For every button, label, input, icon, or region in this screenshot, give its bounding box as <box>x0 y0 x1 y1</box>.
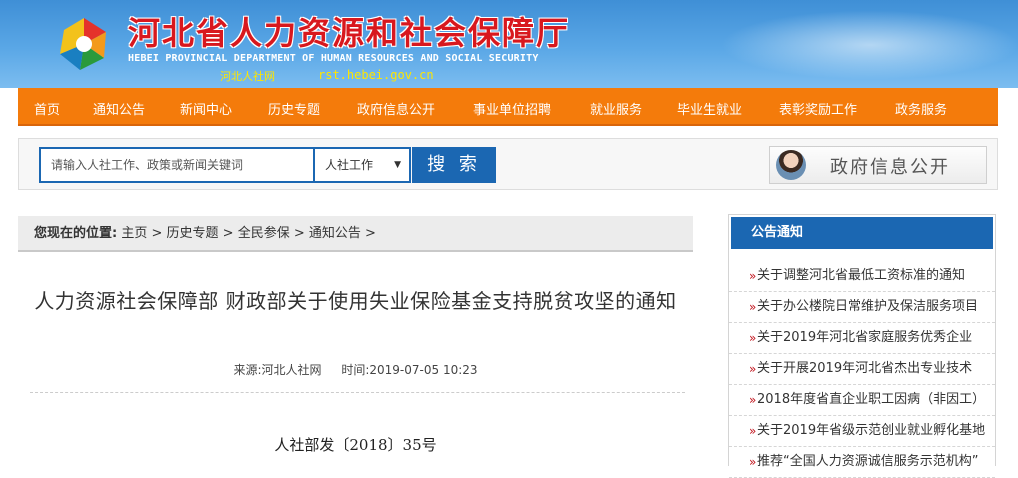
search-button[interactable]: 搜 索 <box>412 147 496 183</box>
article-title: 人力资源社会保障部 财政部关于使用失业保险基金支持脱贫攻坚的通知 <box>34 289 677 313</box>
article-doc-number: 人社部发〔2018〕35号 <box>274 436 437 454</box>
gov-info-open-label: 政府信息公开 <box>830 157 950 178</box>
notice-list: » 关于调整河北省最低工资标准的通知 » 关于办公楼院日常维护及保洁服务项目 » 关于… <box>729 261 995 478</box>
header-decoration <box>720 10 1018 80</box>
notice-item-text: 推荐“全国人力资源诚信服务示范机构” <box>757 454 979 469</box>
article-source: 来源:河北人社网 <box>233 363 322 377</box>
bullet-icon: » <box>749 362 757 376</box>
search-category-value: 人社工作 <box>325 158 374 172</box>
breadcrumb-separator: > <box>289 226 309 241</box>
notice-item[interactable]: » 2018年度省直企业职工因病（非因工） <box>729 385 995 416</box>
bullet-icon: » <box>749 331 757 345</box>
nav-item-news[interactable]: 新闻中心 <box>180 99 232 118</box>
notice-item[interactable]: » 关于办公楼院日常维护及保洁服务项目 <box>729 292 995 323</box>
notice-item-text: 关于开展2019年河北省杰出专业技术 <box>757 361 973 376</box>
notice-heading: 公告通知 <box>731 217 993 249</box>
notice-item[interactable]: » 推荐“全国人力资源诚信服务示范机构” <box>729 447 995 478</box>
nav-item-employment[interactable]: 就业服务 <box>590 99 642 118</box>
notice-item[interactable]: » 关于开展2019年河北省杰出专业技术 <box>729 354 995 385</box>
site-header: 河北省人力资源和社会保障厅 HEBEI PROVINCIAL DEPARTMEN… <box>0 0 1018 88</box>
breadcrumb-separator: > <box>360 226 376 241</box>
nav-item-notices[interactable]: 通知公告 <box>93 99 145 118</box>
breadcrumb: 您现在的位置: 主页 > 历史专题 > 全民参保 > 通知公告 > <box>18 216 693 252</box>
avatar-icon <box>776 150 806 180</box>
notice-item[interactable]: » 关于2019年省级示范创业就业孵化基地 <box>729 416 995 447</box>
bullet-icon: » <box>749 393 757 407</box>
notice-item[interactable]: » 关于2019年河北省家庭服务优秀企业 <box>729 323 995 354</box>
gov-info-open-button[interactable]: 政府信息公开 <box>769 146 987 184</box>
main-nav: 首页 通知公告 新闻中心 历史专题 政府信息公开 事业单位招聘 就业服务 毕业生… <box>18 88 998 126</box>
nav-item-recruitment[interactable]: 事业单位招聘 <box>473 99 551 118</box>
bullet-icon: » <box>749 269 757 283</box>
bullet-icon: » <box>749 455 757 469</box>
breadcrumb-item-notices[interactable]: 通知公告 <box>309 226 361 241</box>
notice-item[interactable]: » 关于调整河北省最低工资标准的通知 <box>729 261 995 292</box>
site-subtitle: HEBEI PROVINCIAL DEPARTMENT OF HUMAN RES… <box>128 53 539 64</box>
notice-panel: 公告通知 » 关于调整河北省最低工资标准的通知 » 关于办公楼院日常维护及保洁服务项… <box>728 214 996 478</box>
notice-item-text: 关于2019年河北省家庭服务优秀企业 <box>757 330 973 345</box>
nav-item-home[interactable]: 首页 <box>34 99 60 118</box>
search-category-select[interactable]: 人社工作 ▼ <box>313 147 411 183</box>
breadcrumb-separator: > <box>147 226 167 241</box>
dropdown-arrow-icon: ▼ <box>394 160 401 170</box>
notice-item-text: 关于办公楼院日常维护及保洁服务项目 <box>757 299 979 314</box>
notice-item-text: 关于2019年省级示范创业就业孵化基地 <box>757 423 986 438</box>
breadcrumb-separator: > <box>218 226 238 241</box>
article-divider <box>30 392 685 393</box>
breadcrumb-prefix: 您现在的位置: <box>34 226 118 241</box>
bullet-icon: » <box>749 300 757 314</box>
bullet-icon: » <box>749 424 757 438</box>
nav-item-graduates[interactable]: 毕业生就业 <box>677 99 742 118</box>
breadcrumb-item-history[interactable]: 历史专题 <box>167 226 219 241</box>
article-meta: 来源:河北人社网 时间:2019-07-05 10:23 <box>18 361 693 378</box>
article-time: 时间:2019-07-05 10:23 <box>341 363 478 377</box>
site-title: 河北省人力资源和社会保障厅 <box>128 14 571 52</box>
nav-item-services[interactable]: 政务服务 <box>895 99 947 118</box>
nav-item-awards[interactable]: 表彰奖励工作 <box>779 99 857 118</box>
breadcrumb-item-home[interactable]: 主页 <box>121 226 147 241</box>
search-bar: 请输入人社工作、政策或新闻关键词 人社工作 ▼ 搜 索 政府信息公开 <box>18 138 998 190</box>
search-input[interactable]: 请输入人社工作、政策或新闻关键词 <box>39 147 313 183</box>
logo-icon[interactable] <box>54 14 114 74</box>
site-url: rst.hebei.gov.cn <box>318 68 434 82</box>
breadcrumb-item-insurance[interactable]: 全民参保 <box>238 226 290 241</box>
notice-item-text: 关于调整河北省最低工资标准的通知 <box>757 268 966 283</box>
notice-item-text: 2018年度省直企业职工因病（非因工） <box>757 392 986 407</box>
nav-item-history[interactable]: 历史专题 <box>268 99 320 118</box>
nav-item-gov-info[interactable]: 政府信息公开 <box>357 99 435 118</box>
site-name: 河北人社网 <box>220 70 275 83</box>
